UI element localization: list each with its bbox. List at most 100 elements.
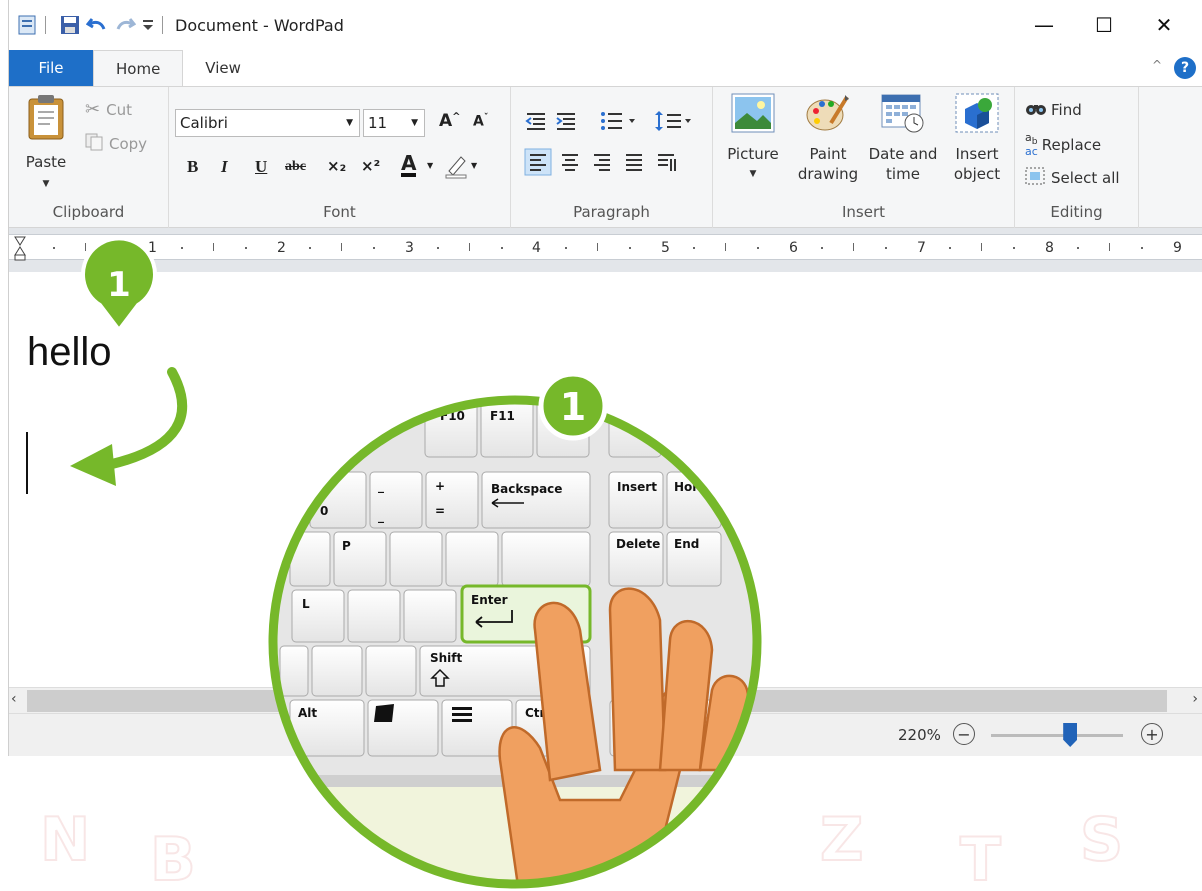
ribbon: Paste ▼ ✂ Cut Copy Clipboard Calibri ▼ 1… (9, 86, 1202, 229)
underline-button[interactable]: U (255, 157, 267, 177)
tab-home[interactable]: Home (93, 50, 184, 86)
select-all-button[interactable]: Select all (1025, 167, 1120, 189)
bold-button[interactable]: B (187, 157, 198, 177)
ruler-dot (693, 247, 695, 249)
tab-view[interactable]: View (183, 50, 263, 86)
picture-label: Picture (727, 145, 779, 163)
scroll-right-icon[interactable]: › (1192, 691, 1198, 707)
title-bar: Document - WordPad — ☐ ✕ (9, 0, 1202, 50)
copy-label: Copy (109, 135, 148, 153)
minimize-button[interactable]: — (1014, 0, 1074, 50)
ruler-number: 6 (789, 240, 798, 256)
paragraph-group: Paragraph (511, 87, 713, 229)
scrollbar-thumb[interactable] (27, 690, 1167, 712)
ruler-number: 8 (1045, 240, 1054, 256)
object-icon (945, 93, 1009, 138)
collapse-ribbon-icon[interactable]: ^ (1152, 58, 1162, 72)
ruler-number: 5 (661, 240, 670, 256)
zoom-slider-thumb[interactable] (1063, 723, 1078, 747)
paragraph-settings-icon[interactable] (658, 154, 676, 171)
insert-group-label: Insert (841, 203, 886, 221)
ruler[interactable]: 1 2 3 4 5 6 7 8 9 (9, 228, 1202, 272)
zoom-out-button[interactable]: − (953, 723, 975, 745)
object-label-line1: Insert (955, 145, 999, 163)
document-text[interactable]: hello (27, 330, 112, 375)
chevron-down-icon: ▼ (346, 118, 353, 128)
editing-group: Find ab ac Replace Select all Editing (1015, 87, 1139, 229)
align-right-icon[interactable] (594, 154, 610, 171)
picture-dropdown-icon[interactable]: ▼ (723, 164, 783, 184)
increase-indent-icon[interactable] (556, 113, 575, 130)
copy-icon (85, 133, 103, 155)
highlight-icon[interactable] (443, 153, 469, 184)
undo-icon[interactable] (86, 14, 108, 36)
ruler-number: 3 (405, 240, 414, 256)
help-icon[interactable]: ? (1174, 57, 1196, 79)
svg-text:T: T (960, 825, 1001, 891)
cut-button[interactable]: ✂ Cut (85, 99, 132, 120)
replace-button[interactable]: ab ac Replace (1025, 131, 1102, 159)
tab-file[interactable]: File (9, 50, 93, 86)
cut-label: Cut (106, 100, 132, 119)
italic-button[interactable]: I (221, 157, 228, 177)
font-group: Calibri ▼ 11 ▼ A^ Aˇ B I U abc ×₂ ×² A ▼… (169, 87, 511, 229)
ruler-dot (821, 247, 823, 249)
picture-button[interactable]: Picture ▼ (723, 93, 783, 184)
copy-button[interactable]: Copy (85, 133, 147, 155)
ruler-number: 7 (917, 240, 926, 256)
shrink-font-icon[interactable]: Aˇ (473, 113, 488, 130)
align-center-icon[interactable] (562, 154, 578, 171)
scroll-left-icon[interactable]: ‹ (11, 691, 17, 707)
date-label-line2: time (886, 165, 920, 183)
subscript-button[interactable]: ×₂ (327, 157, 346, 175)
chevron-down-icon: ▼ (411, 118, 418, 128)
text-color-button[interactable]: A (401, 153, 417, 177)
horizontal-scrollbar[interactable]: ‹ › (9, 687, 1202, 713)
zoom-slider[interactable] (991, 734, 1123, 737)
maximize-button[interactable]: ☐ (1074, 0, 1134, 50)
editing-group-label: Editing (1050, 203, 1103, 221)
close-button[interactable]: ✕ (1134, 0, 1194, 50)
scissors-icon: ✂ (85, 99, 101, 120)
calendar-clock-icon (863, 93, 943, 138)
strikethrough-button[interactable]: abc (285, 159, 306, 175)
wordpad-app-icon[interactable] (17, 14, 37, 36)
object-label-line2: object (953, 165, 1001, 183)
justify-icon[interactable] (626, 154, 642, 171)
save-icon[interactable] (60, 14, 80, 36)
font-family-select[interactable]: Calibri ▼ (175, 109, 360, 137)
paste-button[interactable]: Paste ▼ (21, 93, 71, 194)
svg-text:N: N (40, 805, 90, 875)
text-color-dropdown-icon[interactable]: ▼ (427, 161, 433, 170)
customize-qa-icon[interactable] (142, 14, 154, 36)
document-area[interactable]: hello (9, 272, 1202, 687)
ruler-dot (757, 247, 759, 249)
decrease-indent-icon[interactable] (525, 113, 545, 130)
ruler-number: 2 (277, 240, 286, 256)
paste-dropdown-icon[interactable]: ▼ (21, 174, 71, 194)
redo-icon[interactable] (114, 14, 136, 36)
wordpad-window: Document - WordPad — ☐ ✕ File Home View … (8, 0, 1202, 756)
ruler-dot (437, 247, 439, 249)
superscript-button[interactable]: ×² (361, 157, 380, 175)
decorative-background: NB Z T S (39, 804, 1124, 891)
paint-palette-icon (793, 93, 863, 138)
insert-object-button[interactable]: Insert object (945, 93, 1009, 184)
grow-font-icon[interactable]: A^ (439, 111, 461, 131)
ruler-dot (565, 247, 567, 249)
replace-label: Replace (1041, 136, 1102, 155)
line-spacing-icon[interactable] (655, 111, 691, 131)
zoom-in-button[interactable]: + (1141, 723, 1163, 745)
font-size-select[interactable]: 11 ▼ (363, 109, 425, 137)
date-time-button[interactable]: Date and time (863, 93, 943, 184)
indent-marker-icon[interactable] (13, 235, 27, 261)
status-bar: 220% − + (9, 713, 1202, 756)
replace-icon: ab ac (1025, 131, 1038, 159)
ruler-number: 9 (1173, 240, 1182, 256)
highlight-dropdown-icon[interactable]: ▼ (471, 161, 477, 170)
select-all-icon (1025, 167, 1045, 189)
find-button[interactable]: Find (1025, 99, 1082, 121)
ruler-strip: 1 2 3 4 5 6 7 8 9 (9, 234, 1202, 261)
bullets-icon[interactable] (601, 112, 635, 130)
paint-drawing-button[interactable]: Paint drawing (793, 93, 863, 184)
